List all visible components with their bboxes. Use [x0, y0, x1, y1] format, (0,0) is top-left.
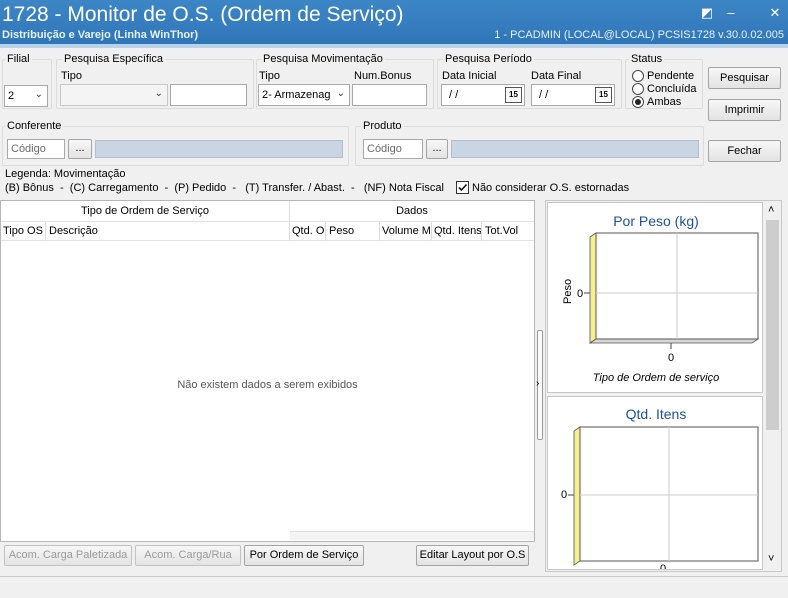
pesquisa-especifica-tipo-label: Tipo — [61, 70, 82, 82]
col-tot-vol[interactable]: Tot.Vol — [485, 225, 518, 237]
produto-title: Produto — [361, 120, 404, 132]
conferente-title: Conferente — [5, 120, 64, 132]
pesquisa-especifica-title: Pesquisa Específica — [62, 53, 166, 65]
col-separator — [481, 222, 482, 241]
col-separator — [431, 222, 432, 241]
chart-panel-peso: Por Peso (kg) Peso 0 0 Tipo de Ordem de … — [547, 202, 763, 393]
col-qtd-os[interactable]: Qtd. O — [292, 225, 324, 237]
chart-peso-ylabel: Peso — [562, 278, 574, 304]
produto-codigo-placeholder: Código — [367, 143, 402, 155]
conferente-codigo-input[interactable]: Código — [7, 139, 65, 159]
pesquisa-periodo-title: Pesquisa Período — [443, 53, 534, 65]
chart-itens-svg — [568, 426, 759, 566]
chevron-down-icon: ⌄ — [34, 89, 43, 100]
pesquisa-movimentacao-tipo-label: Tipo — [259, 70, 280, 82]
restore-icon[interactable]: ◩ — [698, 4, 716, 22]
chart-peso-ytick-label: 0 — [577, 288, 584, 300]
produto-lookup-button[interactable]: ... — [426, 139, 448, 159]
data-final-input[interactable]: / / 15 — [531, 84, 615, 106]
chevron-up-icon[interactable]: ˄ — [768, 204, 774, 216]
pesquisa-especifica-input[interactable] — [170, 84, 247, 106]
data-inicial-input[interactable]: / / 15 — [441, 84, 525, 106]
filial-value: 2 — [8, 90, 15, 102]
status-bar — [0, 576, 788, 598]
conferente-name-field — [95, 140, 343, 158]
num-bonus-label: Num.Bonus — [354, 70, 412, 82]
col-separator — [325, 222, 326, 241]
chart-itens-ytick-label: 0 — [561, 489, 568, 501]
conferente-lookup-button[interactable]: ... — [68, 139, 92, 159]
produto-codigo-input[interactable]: Código — [363, 139, 423, 159]
nao-considerar-label[interactable]: Não considerar O.S. estornadas — [472, 182, 629, 194]
status-concluida-radio[interactable] — [632, 83, 644, 95]
chart-peso-xtick-label: 0 — [668, 352, 675, 364]
status-pendente-label[interactable]: Pendente — [647, 70, 694, 82]
calendar-icon[interactable]: 15 — [505, 87, 522, 103]
chart-peso-floor — [588, 338, 760, 344]
grid-footer-strip — [290, 531, 534, 540]
legend-items: (B) Bônus - (C) Carregamento - (P) Pedid… — [5, 182, 444, 194]
minimize-icon[interactable]: – — [722, 4, 740, 22]
pesquisa-especifica-tipo-select[interactable]: ⌄ — [60, 84, 168, 106]
col-volume[interactable]: Volume M — [382, 225, 431, 237]
col-tipo-os[interactable]: Tipo OS — [3, 225, 43, 237]
chevron-down-icon: ⌄ — [154, 88, 163, 99]
filial-select[interactable]: 2 ⌄ — [4, 85, 48, 107]
nao-considerar-checkbox[interactable] — [456, 181, 469, 194]
scrollbar-thumb[interactable] — [766, 220, 779, 430]
status-ambas-radio[interactable] — [632, 96, 644, 108]
chart-panel-itens: Qtd. Itens 0 0 — [547, 396, 763, 570]
col-descricao[interactable]: Descrição — [49, 225, 98, 237]
splitter[interactable]: › — [535, 200, 545, 572]
data-inicial-label: Data Inicial — [442, 70, 497, 82]
checkmark-icon — [458, 183, 468, 192]
filial-group-title: Filial — [5, 53, 32, 65]
grid-empty-message: Não existem dados a serem exibidos — [177, 379, 358, 391]
pesquisa-movimentacao-tipo-value: 2- Armazenag — [262, 89, 331, 101]
grid-band-tipo: Tipo de Ordem de Serviço — [81, 205, 209, 217]
chevron-down-icon[interactable]: ˅ — [768, 553, 774, 565]
window-subtitle: Distribuição e Varejo (Linha WinThor) — [2, 29, 199, 41]
title-bar: 1728 - Monitor de O.S. (Ordem de Serviço… — [0, 0, 788, 44]
chart-itens-xtick-label: 0 — [660, 563, 667, 570]
pesquisa-movimentacao-tipo-select[interactable]: 2- Armazenag ⌄ — [258, 84, 350, 106]
pesquisar-button[interactable]: Pesquisar — [708, 67, 781, 89]
chevron-down-icon: ⌄ — [334, 88, 345, 99]
chevron-right-icon[interactable]: › — [536, 378, 539, 389]
chart-peso-left-wall — [589, 232, 597, 344]
fechar-button[interactable]: Fechar — [708, 140, 781, 162]
chart-itens-left-wall — [573, 426, 581, 566]
produto-name-field — [451, 140, 699, 158]
status-title: Status — [629, 53, 665, 65]
editar-layout-button[interactable]: Editar Layout por O.S — [416, 545, 529, 566]
col-qtd-itens[interactable]: Qtd. Itens — [434, 225, 482, 237]
status-concluida-label[interactable]: Concluída — [647, 83, 697, 95]
status-pendente-radio[interactable] — [632, 70, 644, 82]
data-inicial-value: / / — [449, 89, 459, 101]
col-separator — [379, 222, 380, 241]
session-info: 1 - PCADMIN (LOCAL@LOCAL) PCSIS1728 v.30… — [494, 29, 784, 41]
grid-band-dados: Dados — [396, 205, 428, 217]
calendar-icon[interactable]: 15 — [595, 87, 612, 103]
close-icon[interactable]: ✕ — [766, 4, 784, 22]
band-row-separator — [1, 221, 534, 222]
title-bar-underline — [0, 44, 788, 48]
acom-carga-paletizada-button[interactable]: Acom. Carga Paletizada — [4, 545, 132, 566]
imprimir-button[interactable]: Imprimir — [708, 99, 781, 121]
pesquisa-movimentacao-title: Pesquisa Movimentação — [261, 53, 385, 65]
por-ordem-servico-button[interactable]: Por Ordem de Serviço — [244, 545, 364, 566]
chart-peso-xlabel: Tipo de Ordem de serviço — [592, 372, 720, 384]
conferente-codigo-placeholder: Código — [11, 143, 46, 155]
legend-title: Legenda: Movimentação — [5, 168, 126, 180]
num-bonus-input[interactable] — [352, 84, 427, 106]
col-separator — [45, 222, 46, 241]
col-peso[interactable]: Peso — [329, 225, 354, 237]
status-ambas-label[interactable]: Ambas — [647, 96, 681, 108]
os-grid[interactable] — [0, 200, 535, 542]
data-final-label: Data Final — [531, 70, 582, 82]
charts-scrollbar[interactable]: ˄ ˅ — [764, 202, 781, 570]
acom-carga-rua-button[interactable]: Acom. Carga/Rua — [135, 545, 241, 566]
window-title: 1728 - Monitor de O.S. (Ordem de Serviço… — [2, 3, 404, 26]
data-final-value: / / — [539, 89, 549, 101]
